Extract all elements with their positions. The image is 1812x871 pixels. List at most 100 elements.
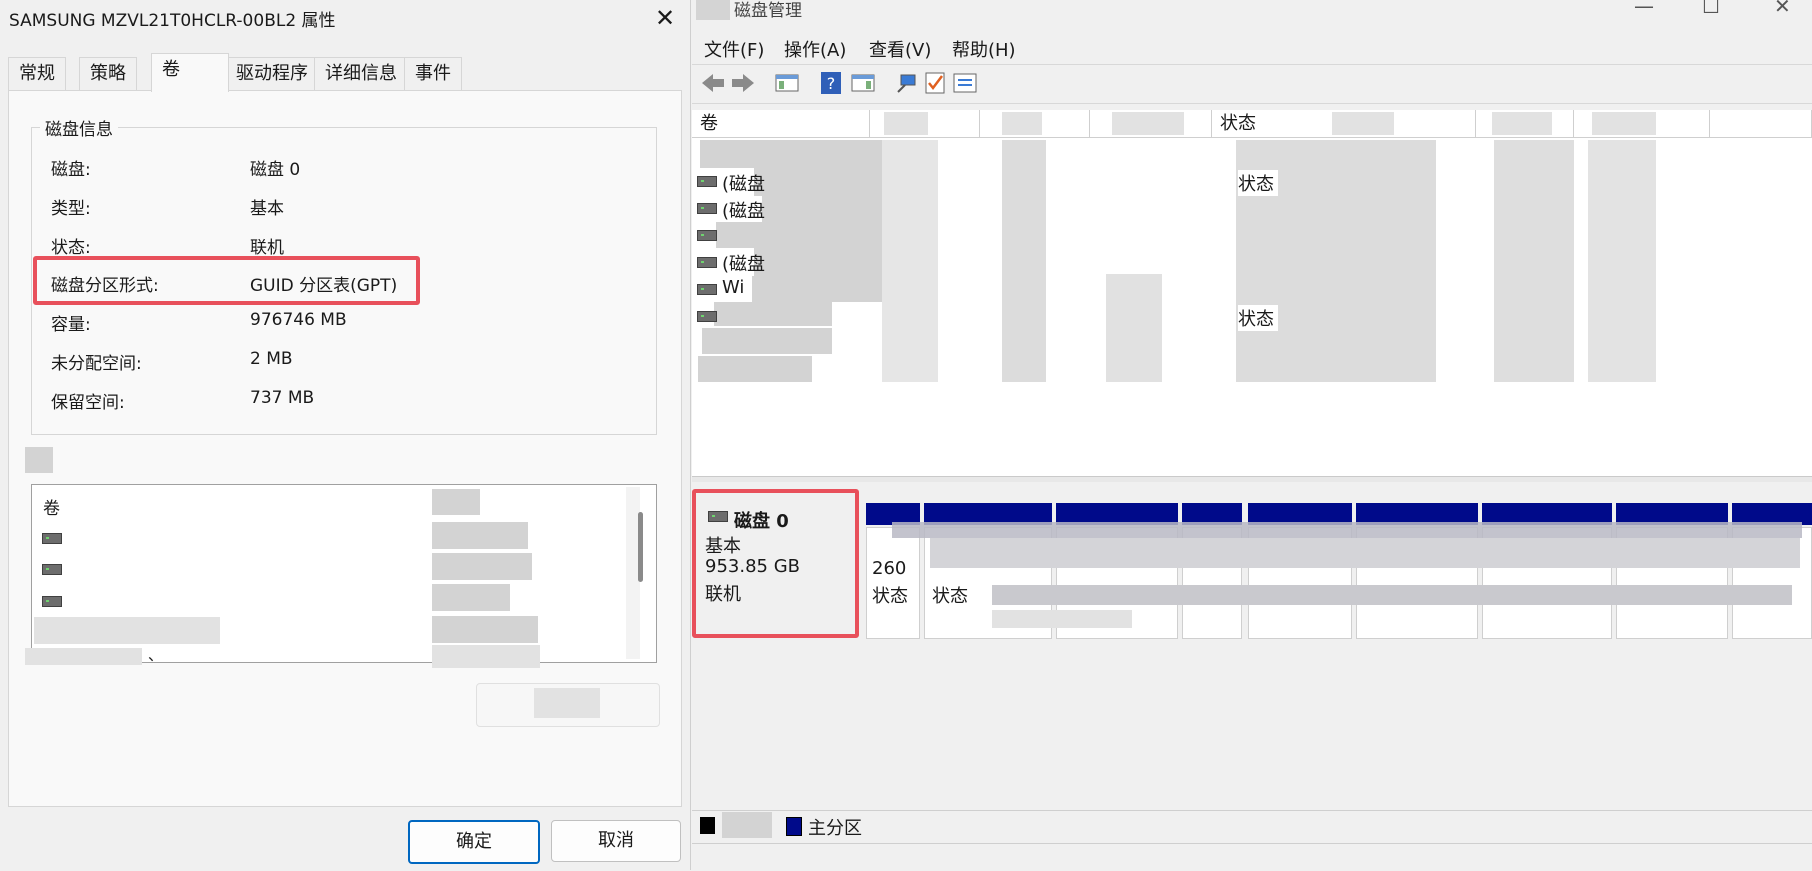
column-header-volume[interactable]: 卷	[692, 110, 870, 138]
redacted-column	[882, 140, 938, 382]
row-volume-name: Wi	[722, 277, 745, 298]
redacted-column	[1106, 274, 1162, 382]
close-icon[interactable]: ✕	[648, 2, 682, 34]
unallocated-value: 2 MB	[250, 349, 293, 369]
column-header[interactable]	[1710, 110, 1812, 138]
forward-arrow-icon[interactable]	[730, 70, 756, 96]
disk-info-legend: 磁盘信息	[40, 115, 118, 140]
redacted-column	[1494, 140, 1574, 382]
redacted-button-label	[534, 688, 600, 718]
redacted-cell	[432, 645, 540, 668]
list-trailing-mark: 、	[148, 646, 164, 664]
volume-column-header: 卷	[43, 499, 60, 519]
type-value: 基本	[250, 199, 284, 219]
primary-partition-legend-label: 主分区	[808, 818, 862, 839]
help-icon[interactable]: ?	[818, 70, 844, 96]
ok-button[interactable]: 确定	[408, 820, 540, 864]
row-volume-name: (磁盘	[722, 254, 766, 275]
redacted-cell	[432, 553, 532, 580]
redacted-header	[1332, 112, 1394, 135]
drive-icon	[697, 311, 717, 322]
partition-status: 状态	[872, 586, 908, 607]
row-status: 状态	[1238, 170, 1278, 196]
redacted-cell	[432, 584, 510, 611]
partition-status: 状态	[932, 586, 968, 607]
scrollbar-thumb[interactable]	[638, 512, 643, 582]
row-status: 状态	[1238, 305, 1278, 331]
check-icon[interactable]	[922, 70, 948, 96]
close-icon[interactable]: ✕	[1774, 0, 1791, 18]
drive-icon	[697, 230, 717, 241]
redacted-partition-text	[992, 610, 1132, 628]
drive-icon	[697, 284, 717, 295]
redacted-header	[1002, 112, 1042, 135]
maximize-icon[interactable]: ☐	[1702, 0, 1720, 18]
tab-volumes[interactable]: 卷	[151, 53, 229, 92]
disk-label: 磁盘:	[51, 160, 91, 180]
row-volume-name: (磁盘	[722, 201, 766, 222]
redacted-partition-text	[892, 522, 1802, 538]
disk-value: 磁盘 0	[250, 160, 301, 180]
back-arrow-icon[interactable]	[700, 70, 726, 96]
drive-icon	[697, 203, 717, 214]
redacted-legend-label	[722, 812, 772, 838]
cancel-button[interactable]: 取消	[551, 820, 681, 862]
redacted-row	[700, 140, 900, 168]
highlight-box	[692, 489, 859, 638]
show-hide-action-pane-icon[interactable]	[850, 70, 876, 96]
unallocated-legend-swatch	[700, 817, 715, 834]
properties-list-icon[interactable]	[952, 70, 978, 96]
primary-partition-legend-swatch	[786, 817, 802, 836]
connect-icon[interactable]	[894, 70, 920, 96]
tab-general[interactable]: 常规	[8, 57, 66, 90]
status-value: 联机	[250, 238, 284, 258]
drive-icon	[42, 564, 62, 575]
reserved-value: 737 MB	[250, 388, 315, 408]
properties-dialog: SAMSUNG MZVL21T0HCLR-00BL2 属性 ✕ 常规 策略 卷 …	[0, 0, 691, 870]
window-title: 磁盘管理	[734, 1, 802, 21]
drive-icon	[42, 596, 62, 607]
status-bar	[692, 843, 1812, 871]
drive-icon	[697, 176, 717, 187]
menu-view[interactable]: 查看(V)	[869, 36, 931, 62]
app-icon	[696, 0, 730, 20]
unallocated-label: 未分配空间:	[51, 354, 142, 374]
capacity-value: 976746 MB	[250, 310, 347, 330]
dialog-title: SAMSUNG MZVL21T0HCLR-00BL2 属性	[9, 11, 336, 31]
minimize-icon[interactable]: —	[1634, 0, 1654, 18]
show-hide-console-tree-icon[interactable]	[774, 70, 800, 96]
row-volume-name: (磁盘	[722, 174, 766, 195]
redacted-row	[714, 302, 832, 326]
tab-details[interactable]: 详细信息	[314, 57, 408, 90]
redacted-header	[1112, 112, 1184, 135]
redacted-column	[1588, 140, 1656, 382]
redacted-header	[1492, 112, 1552, 135]
tab-policies[interactable]: 策略	[79, 57, 137, 90]
redacted-partition-text	[930, 538, 1800, 568]
redacted-row	[34, 617, 220, 644]
partition-size: 260	[872, 558, 907, 579]
svg-text:?: ?	[827, 74, 836, 93]
capacity-label: 容量:	[51, 315, 91, 335]
menu-file[interactable]: 文件(F)	[704, 36, 764, 62]
redacted-partition-text	[992, 585, 1792, 605]
menu-action[interactable]: 操作(A)	[784, 36, 846, 62]
redacted-cell	[432, 616, 538, 643]
tab-events[interactable]: 事件	[404, 57, 462, 90]
redacted-cell	[432, 522, 528, 549]
status-label: 状态:	[51, 238, 91, 258]
redacted-column	[1002, 140, 1046, 382]
type-label: 类型:	[51, 199, 91, 219]
tab-driver[interactable]: 驱动程序	[225, 57, 319, 90]
drive-icon	[42, 533, 62, 544]
drive-icon	[697, 257, 717, 268]
menu-help[interactable]: 帮助(H)	[952, 36, 1016, 62]
disk-management-window: 磁盘管理 — ☐ ✕ 文件(F) 操作(A) 查看(V) 帮助(H) ? 卷 状…	[692, 0, 1812, 870]
highlight-box	[33, 256, 420, 305]
redacted-row	[698, 356, 812, 382]
redacted-header	[1592, 112, 1656, 135]
redacted-row	[702, 328, 832, 354]
reserved-label: 保留空间:	[51, 393, 125, 413]
redacted-cell	[432, 489, 480, 515]
redacted-header	[884, 112, 928, 135]
